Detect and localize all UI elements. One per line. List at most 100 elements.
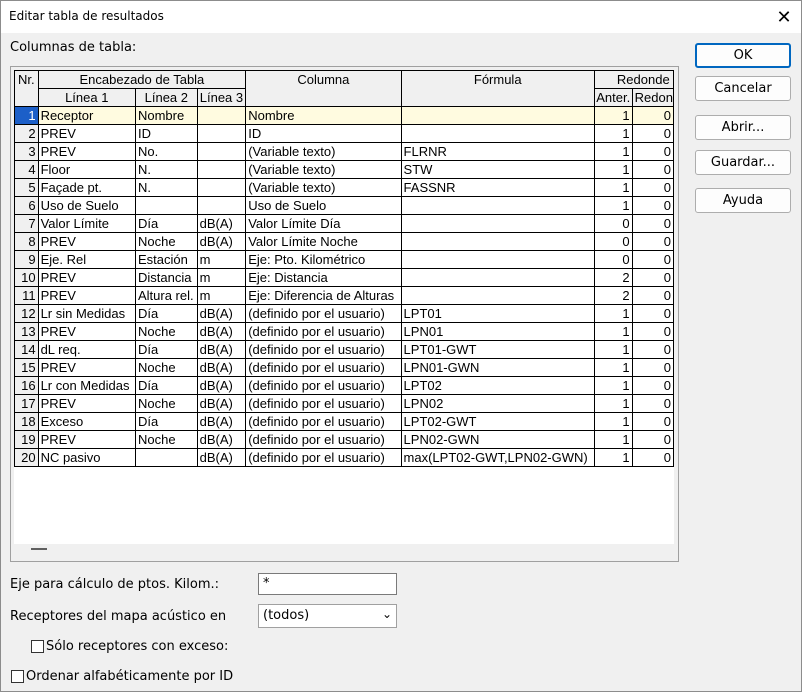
- column-cell[interactable]: (Variable texto): [245, 142, 402, 161]
- line-1-cell[interactable]: Uso de Suelo: [37, 196, 136, 215]
- column-cell[interactable]: (definido por el usuario): [245, 304, 402, 323]
- previous-cell[interactable]: 1: [593, 160, 633, 179]
- column-cell[interactable]: (definido por el usuario): [245, 340, 402, 359]
- header-nr[interactable]: Nr.: [14, 70, 39, 107]
- line-2-cell[interactable]: No.: [134, 142, 198, 161]
- rounded-cell[interactable]: 0: [631, 448, 674, 467]
- rounded-cell[interactable]: 0: [631, 430, 674, 449]
- line-3-cell[interactable]: [196, 196, 247, 215]
- table-row[interactable]: 10 PREV Distancia m Eje: Distancia 2 0: [14, 268, 674, 287]
- rounded-cell[interactable]: 0: [631, 322, 674, 341]
- rounded-cell[interactable]: 0: [631, 268, 674, 287]
- column-cell[interactable]: (definido por el usuario): [245, 448, 402, 467]
- line-2-cell[interactable]: Día: [134, 340, 198, 359]
- line-1-cell[interactable]: dL req.: [37, 340, 136, 359]
- line-2-cell[interactable]: N.: [134, 178, 198, 197]
- table-row[interactable]: 16 Lr con Medidas Día dB(A) (definido por el…: [14, 376, 674, 395]
- line-2-cell[interactable]: Distancia: [134, 268, 198, 287]
- line-3-cell[interactable]: [196, 178, 247, 197]
- formula-cell[interactable]: [400, 286, 595, 305]
- header-table-heading[interactable]: Encabezado de Tabla: [37, 70, 247, 89]
- formula-cell[interactable]: [400, 214, 595, 233]
- table-row[interactable]: 18 Exceso Día dB(A) (definido por el usuario…: [14, 412, 674, 431]
- row-number[interactable]: 17: [14, 394, 39, 413]
- line-2-cell[interactable]: Noche: [134, 394, 198, 413]
- rounded-cell[interactable]: 0: [631, 358, 674, 377]
- line-1-cell[interactable]: Lr sin Medidas: [37, 304, 136, 323]
- line-3-cell[interactable]: dB(A): [196, 214, 247, 233]
- line-2-cell[interactable]: Noche: [134, 430, 198, 449]
- row-number[interactable]: 11: [14, 286, 39, 305]
- line-2-cell[interactable]: ID: [134, 124, 198, 143]
- sort-alpha-checkbox[interactable]: [11, 670, 24, 683]
- rounded-cell[interactable]: 0: [631, 376, 674, 395]
- table-row[interactable]: 19 PREV Noche dB(A) (definido por el usuario…: [14, 430, 674, 449]
- previous-cell[interactable]: 1: [593, 376, 633, 395]
- header-line-1[interactable]: Línea 1: [37, 88, 136, 107]
- line-3-cell[interactable]: dB(A): [196, 358, 247, 377]
- column-cell[interactable]: (definido por el usuario): [245, 430, 402, 449]
- row-number[interactable]: 9: [14, 250, 39, 269]
- cancel-button[interactable]: Cancelar: [695, 76, 791, 101]
- column-cell[interactable]: (definido por el usuario): [245, 412, 402, 431]
- header-line-2[interactable]: Línea 2: [134, 88, 198, 107]
- column-cell[interactable]: ID: [245, 124, 402, 143]
- line-1-cell[interactable]: NC pasivo: [37, 448, 136, 467]
- formula-cell[interactable]: LPN02-GWN: [400, 430, 595, 449]
- rounded-cell[interactable]: 0: [631, 286, 674, 305]
- rounded-cell[interactable]: 0: [631, 106, 674, 125]
- column-cell[interactable]: (Variable texto): [245, 160, 402, 179]
- row-number[interactable]: 14: [14, 340, 39, 359]
- rounded-cell[interactable]: 0: [631, 178, 674, 197]
- line-2-cell[interactable]: Día: [134, 376, 198, 395]
- header-previous[interactable]: Anter.: [593, 88, 633, 107]
- previous-cell[interactable]: 2: [593, 268, 633, 287]
- close-icon[interactable]: ✕: [767, 1, 801, 33]
- previous-cell[interactable]: 1: [593, 412, 633, 431]
- line-2-cell[interactable]: Nombre: [134, 106, 198, 125]
- formula-cell[interactable]: LPT01: [400, 304, 595, 323]
- line-2-cell[interactable]: Altura rel.: [134, 286, 198, 305]
- column-cell[interactable]: (definido por el usuario): [245, 358, 402, 377]
- line-1-cell[interactable]: Exceso: [37, 412, 136, 431]
- row-number[interactable]: 12: [14, 304, 39, 323]
- row-number[interactable]: 6: [14, 196, 39, 215]
- line-1-cell[interactable]: Receptor: [37, 106, 136, 125]
- line-2-cell[interactable]: Día: [134, 304, 198, 323]
- line-2-cell[interactable]: Día: [134, 412, 198, 431]
- previous-cell[interactable]: 1: [593, 340, 633, 359]
- formula-cell[interactable]: LPN01-GWN: [400, 358, 595, 377]
- row-number[interactable]: 16: [14, 376, 39, 395]
- column-cell[interactable]: Valor Límite Noche: [245, 232, 402, 251]
- line-1-cell[interactable]: Valor Límite: [37, 214, 136, 233]
- table-row[interactable]: 5 Façade pt. N. (Variable texto) FASSNR 1 0: [14, 178, 674, 197]
- line-3-cell[interactable]: dB(A): [196, 232, 247, 251]
- row-number[interactable]: 20: [14, 448, 39, 467]
- previous-cell[interactable]: 1: [593, 178, 633, 197]
- line-3-cell[interactable]: [196, 106, 247, 125]
- formula-cell[interactable]: [400, 250, 595, 269]
- line-3-cell[interactable]: dB(A): [196, 304, 247, 323]
- previous-cell[interactable]: 1: [593, 304, 633, 323]
- row-number[interactable]: 1: [14, 106, 39, 125]
- horizontal-scrollbar-thumb[interactable]: [31, 548, 47, 550]
- line-3-cell[interactable]: m: [196, 286, 247, 305]
- table-row[interactable]: 11 PREV Altura rel. m Eje: Diferencia de Alt…: [14, 286, 674, 305]
- previous-cell[interactable]: 0: [593, 214, 633, 233]
- formula-cell[interactable]: [400, 106, 595, 125]
- line-2-cell[interactable]: [134, 196, 198, 215]
- help-button[interactable]: Ayuda: [695, 188, 791, 213]
- rounded-cell[interactable]: 0: [631, 196, 674, 215]
- line-1-cell[interactable]: PREV: [37, 124, 136, 143]
- line-3-cell[interactable]: [196, 142, 247, 161]
- formula-cell[interactable]: LPT02: [400, 376, 595, 395]
- line-1-cell[interactable]: PREV: [37, 358, 136, 377]
- line-3-cell[interactable]: dB(A): [196, 376, 247, 395]
- table-row[interactable]: 13 PREV Noche dB(A) (definido por el usuario…: [14, 322, 674, 341]
- line-1-cell[interactable]: Floor: [37, 160, 136, 179]
- save-button[interactable]: Guardar...: [695, 150, 791, 175]
- previous-cell[interactable]: 1: [593, 394, 633, 413]
- formula-cell[interactable]: FLRNR: [400, 142, 595, 161]
- table-row[interactable]: 14 dL req. Día dB(A) (definido por el usuari…: [14, 340, 674, 359]
- row-number[interactable]: 8: [14, 232, 39, 251]
